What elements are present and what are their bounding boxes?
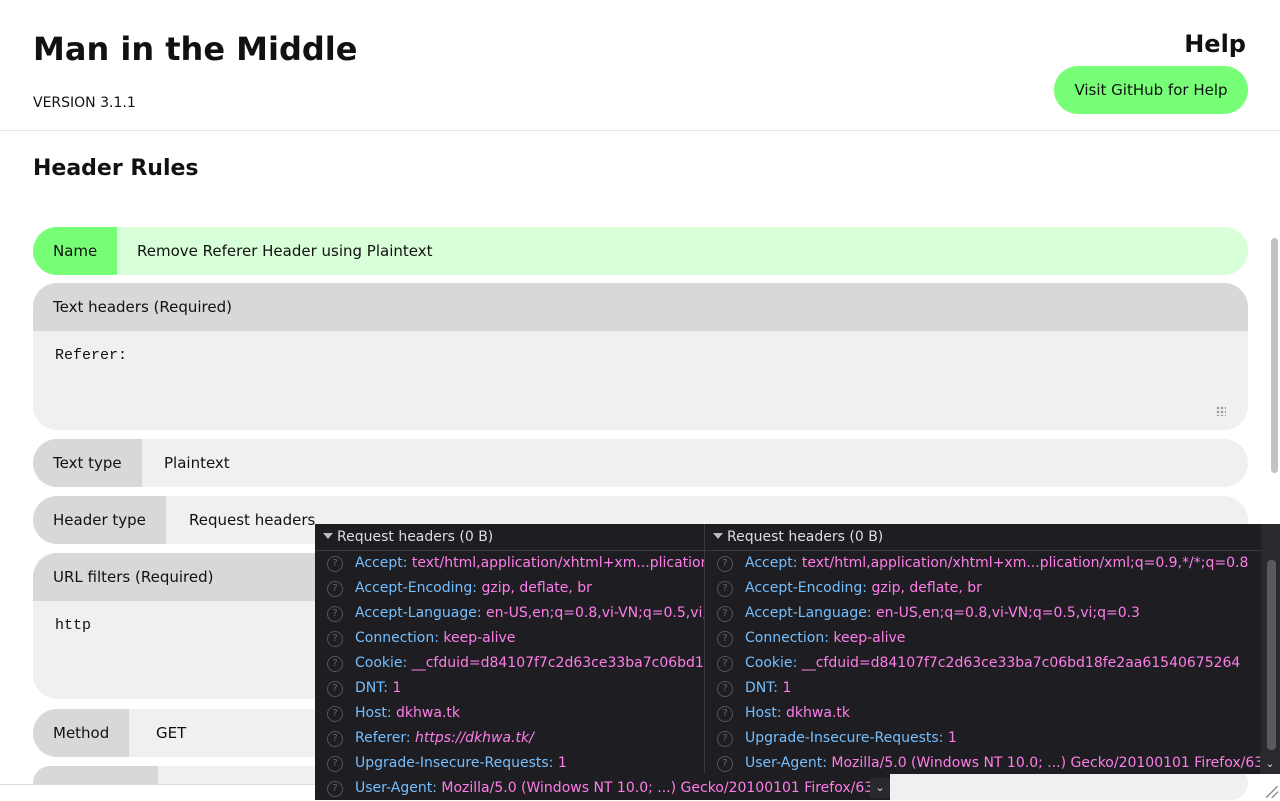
resize-grip-icon[interactable]	[1216, 406, 1226, 416]
header-key: Accept-Language:	[355, 605, 482, 621]
header-key: User-Agent:	[745, 755, 827, 771]
request-headers-toggle-right[interactable]: Request headers (0 B)	[705, 524, 1280, 551]
header-row[interactable]: ? Cookie: __cfduid=d84107f7c2d63ce33ba7c0…	[705, 651, 1280, 676]
help-circle-icon[interactable]: ?	[717, 631, 733, 647]
help-circle-icon[interactable]: ?	[327, 606, 343, 622]
header-value: en-US,en;q=0.8,vi-VN;q=0.5,vi;q=0.3	[876, 605, 1140, 621]
help-circle-icon[interactable]: ?	[327, 631, 343, 647]
request-headers-panel-right: Request headers (0 B) ? Accept: text/html…	[704, 524, 1280, 774]
main-scrollbar[interactable]	[1271, 238, 1278, 473]
header-key: Cookie:	[745, 655, 798, 671]
text-headers-block: Text headers (Required)	[33, 283, 1248, 430]
header-key: Host:	[745, 705, 782, 721]
header-row[interactable]: ? DNT: 1	[705, 676, 1280, 701]
help-circle-icon[interactable]: ?	[327, 756, 343, 772]
help-circle-icon[interactable]: ?	[327, 681, 343, 697]
header-key: Upgrade-Insecure-Requests:	[745, 730, 944, 746]
header-row[interactable]: ? User-Agent: Mozilla/5.0 (Windows NT 10.…	[315, 776, 890, 800]
header-row[interactable]: ? Accept-Language: en-US,en;q=0.8,vi-VN;q…	[705, 601, 1280, 626]
header-value: gzip, deflate, br	[871, 580, 982, 596]
header-value: Mozilla/5.0 (Windows NT 10.0; ...) Gecko…	[441, 780, 887, 796]
help-circle-icon[interactable]: ?	[327, 656, 343, 672]
help-circle-icon[interactable]: ?	[717, 756, 733, 772]
help-title: Help	[1184, 30, 1246, 58]
header-value: Mozilla/5.0 (Windows NT 10.0; ...) Gecko…	[831, 755, 1277, 771]
app-title: Man in the Middle	[33, 30, 358, 68]
help-circle-icon[interactable]: ?	[327, 731, 343, 747]
header-value: 1	[947, 730, 957, 746]
header-row[interactable]: ? Upgrade-Insecure-Requests: 1	[705, 726, 1280, 751]
header-value: 1	[392, 680, 402, 696]
text-headers-input[interactable]	[53, 345, 1227, 419]
github-help-button[interactable]: Visit GitHub for Help	[1054, 66, 1248, 114]
devtools-scroll-thumb[interactable]	[1267, 560, 1276, 750]
chevron-down-icon[interactable]: ⌄	[870, 778, 890, 798]
header-key: User-Agent:	[355, 780, 437, 796]
devtools-scrollbar[interactable]	[1261, 524, 1280, 774]
header-value: __cfduid=d84107f7c2d63ce33ba7c06bd18fe2a…	[801, 655, 1241, 671]
help-circle-icon[interactable]: ?	[327, 581, 343, 597]
header-key: Accept-Language:	[745, 605, 872, 621]
header-key: Accept-Encoding:	[355, 580, 478, 596]
header-row[interactable]: ? Accept-Encoding: gzip, deflate, br	[705, 576, 1280, 601]
help-circle-icon[interactable]: ?	[717, 581, 733, 597]
triangle-down-icon	[713, 533, 723, 539]
header-value: text/html,application/xhtml+xm...plicati…	[801, 555, 1249, 571]
header-row[interactable]: ? User-Agent: Mozilla/5.0 (Windows NT 10.…	[705, 751, 1280, 774]
header-value: dkhwa.tk	[786, 705, 850, 721]
help-circle-icon[interactable]: ?	[717, 606, 733, 622]
resize-corner-icon[interactable]	[1266, 786, 1278, 798]
header-key: DNT:	[745, 680, 778, 696]
help-circle-icon[interactable]: ?	[327, 556, 343, 572]
help-circle-icon[interactable]: ?	[717, 731, 733, 747]
text-type-label: Text type	[33, 439, 142, 487]
help-circle-icon[interactable]: ?	[327, 781, 343, 797]
text-type-row[interactable]: Text type Plaintext	[33, 439, 1248, 487]
header-value: dkhwa.tk	[396, 705, 460, 721]
help-circle-icon[interactable]: ?	[327, 706, 343, 722]
method-value[interactable]: GET	[156, 709, 186, 757]
header-key: Accept-Encoding:	[745, 580, 868, 596]
name-value[interactable]: Remove Referer Header using Plaintext	[137, 227, 432, 275]
text-headers-label: Text headers (Required)	[33, 283, 1248, 331]
header-row[interactable]: ? Host: dkhwa.tk	[705, 701, 1280, 726]
name-label: Name	[33, 227, 118, 275]
header-row[interactable]: ? Connection: keep-alive	[705, 626, 1280, 651]
app-header: Man in the Middle VERSION 3.1.1 Help Vis…	[0, 0, 1280, 131]
header-value: 1	[557, 755, 567, 771]
name-row[interactable]: Name Remove Referer Header using Plainte…	[33, 227, 1248, 275]
help-circle-icon[interactable]: ?	[717, 556, 733, 572]
triangle-down-icon	[323, 533, 333, 539]
header-value: gzip, deflate, br	[481, 580, 592, 596]
header-key: Upgrade-Insecure-Requests:	[355, 755, 554, 771]
header-key: Host:	[355, 705, 392, 721]
header-type-value[interactable]: Request headers	[189, 496, 315, 544]
method-label: Method	[33, 709, 130, 757]
header-value: https://dkhwa.tk/	[415, 730, 534, 746]
header-key: DNT:	[355, 680, 388, 696]
header-value: 1	[782, 680, 792, 696]
help-circle-icon[interactable]: ?	[717, 706, 733, 722]
header-key: Cookie:	[355, 655, 408, 671]
help-circle-icon[interactable]: ?	[717, 681, 733, 697]
text-type-value[interactable]: Plaintext	[164, 439, 230, 487]
header-row[interactable]: ? Accept: text/html,application/xhtml+xm.…	[705, 551, 1280, 576]
help-circle-icon[interactable]: ?	[717, 656, 733, 672]
version-label: VERSION 3.1.1	[33, 95, 136, 111]
header-key: Connection:	[355, 630, 439, 646]
header-key: Accept:	[745, 555, 798, 571]
header-key: Referer:	[355, 730, 411, 746]
chevron-down-icon[interactable]: ⌄	[1260, 754, 1280, 774]
header-key: Connection:	[745, 630, 829, 646]
status-bar	[0, 784, 315, 801]
header-value: keep-alive	[443, 630, 516, 646]
header-value: keep-alive	[833, 630, 906, 646]
header-key: Accept:	[355, 555, 408, 571]
section-title: Header Rules	[33, 156, 199, 181]
header-type-label: Header type	[33, 496, 166, 544]
